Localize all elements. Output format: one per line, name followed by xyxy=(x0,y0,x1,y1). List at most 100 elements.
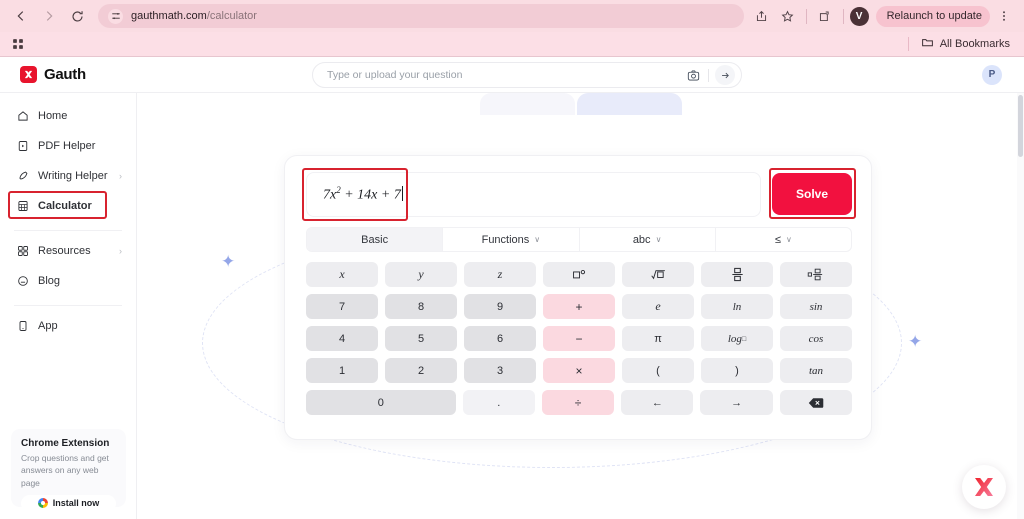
key-multiply[interactable]: × xyxy=(543,358,615,383)
key-1[interactable]: 1 xyxy=(306,358,378,383)
chevron-down-icon-inequality: ∨ xyxy=(785,235,792,244)
tab-functions[interactable]: Functions ∨ xyxy=(443,228,580,251)
key-plus[interactable]: + xyxy=(543,294,615,319)
keypad: x y z 7 8 9 + e ln sin 4 5 6 − π log □ c… xyxy=(306,262,853,422)
key-x[interactable]: x xyxy=(306,262,378,287)
sidebar-item-home[interactable]: Home xyxy=(10,101,126,131)
mixed-number-icon xyxy=(807,267,825,282)
all-bookmarks-button[interactable]: All Bookmarks xyxy=(907,36,1016,52)
search-input[interactable]: Type or upload your question xyxy=(327,69,684,81)
key-sqrt[interactable] xyxy=(622,262,694,287)
sidebar-item-writing-helper[interactable]: Writing Helper › xyxy=(10,161,126,191)
extension-title: Chrome Extension xyxy=(21,438,110,449)
reload-icon[interactable] xyxy=(64,3,90,29)
all-bookmarks-label: All Bookmarks xyxy=(939,38,1010,50)
key-backspace[interactable] xyxy=(779,390,853,415)
key-4[interactable]: 4 xyxy=(306,326,378,351)
key-left-paren[interactable]: ( xyxy=(622,358,694,383)
key-0[interactable]: 0 xyxy=(306,390,456,415)
keypad-row-2: 7 8 9 + e ln sin xyxy=(306,294,852,319)
calculator-card: 7x2 + 14x + 7 Solve Basic Functions ∨ ab… xyxy=(284,155,872,440)
square-root-icon xyxy=(650,268,667,281)
key-log[interactable]: log □ xyxy=(701,326,773,351)
key-sin[interactable]: sin xyxy=(780,294,852,319)
keypad-row-5: 0 . ÷ ← → xyxy=(306,390,853,415)
key-divide[interactable]: ÷ xyxy=(541,390,615,415)
tab-abc[interactable]: abc ∨ xyxy=(580,228,716,251)
tab-inequality-label: ≤ xyxy=(774,233,781,246)
text-caret xyxy=(401,185,403,201)
key-z[interactable]: z xyxy=(464,262,536,287)
brand-logo[interactable]: Gauth xyxy=(20,66,86,83)
key-decimal[interactable]: . xyxy=(462,390,535,415)
key-y[interactable]: y xyxy=(385,262,457,287)
sidebar-item-resources[interactable]: Resources › xyxy=(10,236,126,266)
sidebar-item-calculator[interactable]: Calculator xyxy=(10,191,126,221)
key-right-paren[interactable]: ) xyxy=(701,358,773,383)
sidebar-divider-2 xyxy=(14,305,122,306)
tab-functions-label: Functions xyxy=(481,233,530,246)
keypad-tabs: Basic Functions ∨ abc ∨ ≤ ∨ xyxy=(306,227,852,252)
tab-basic-label: Basic xyxy=(361,233,389,246)
forward-arrow-icon[interactable] xyxy=(36,3,62,29)
relaunch-label: Relaunch to update xyxy=(886,10,982,22)
key-arrow-right[interactable]: → xyxy=(700,390,773,415)
pdf-icon xyxy=(16,140,29,153)
scrollbar-thumb[interactable] xyxy=(1018,95,1023,157)
sidebar-item-blog[interactable]: Blog xyxy=(10,266,126,296)
key-tan[interactable]: tan xyxy=(780,358,852,383)
gauth-logo-icon xyxy=(975,478,993,496)
arrow-right-icon[interactable] xyxy=(715,65,735,85)
key-power[interactable] xyxy=(543,262,615,287)
share-icon[interactable] xyxy=(750,4,774,28)
key-arrow-left[interactable]: ← xyxy=(621,390,694,415)
relaunch-to-update-button[interactable]: Relaunch to update xyxy=(875,5,990,27)
key-fraction[interactable] xyxy=(701,262,773,287)
sidebar: Home PDF Helper Writing Helper › Calcula… xyxy=(0,93,137,519)
solve-button[interactable]: Solve xyxy=(772,173,852,215)
tab-inequality[interactable]: ≤ ∨ xyxy=(716,228,851,251)
apps-grid-icon[interactable] xyxy=(8,34,28,54)
key-6[interactable]: 6 xyxy=(464,326,536,351)
sidebar-item-pdf-helper[interactable]: PDF Helper xyxy=(10,131,126,161)
gauth-floating-button[interactable] xyxy=(962,465,1006,509)
url-text: gauthmath.com/calculator xyxy=(131,10,257,22)
extensions-icon[interactable] xyxy=(813,4,837,28)
grid-icon xyxy=(16,245,29,258)
key-5[interactable]: 5 xyxy=(385,326,457,351)
expression-input[interactable]: 7x2 + 14x + 7 xyxy=(306,172,761,217)
key-minus[interactable]: − xyxy=(543,326,615,351)
bookmarks-bar: All Bookmarks xyxy=(0,32,1024,56)
install-now-button[interactable]: Install now xyxy=(21,494,116,512)
user-avatar[interactable]: P xyxy=(982,64,1002,85)
kebab-menu-icon[interactable] xyxy=(992,4,1016,28)
back-arrow-icon[interactable] xyxy=(8,3,34,29)
sidebar-item-app[interactable]: App xyxy=(10,311,126,341)
sidebar-label-resources: Resources xyxy=(38,245,91,257)
tab-basic[interactable]: Basic xyxy=(307,228,444,251)
key-3[interactable]: 3 xyxy=(464,358,536,383)
home-icon xyxy=(16,110,29,123)
backspace-icon xyxy=(808,397,824,409)
blog-icon xyxy=(16,275,29,288)
browser-profile-avatar[interactable]: V xyxy=(849,6,869,26)
key-cos[interactable]: cos xyxy=(780,326,852,351)
star-icon[interactable] xyxy=(776,4,800,28)
key-pi[interactable]: π xyxy=(622,326,694,351)
key-7[interactable]: 7 xyxy=(306,294,378,319)
tab-abc-label: abc xyxy=(632,233,651,246)
key-2[interactable]: 2 xyxy=(385,358,457,383)
key-log-subscript: □ xyxy=(741,334,747,343)
tune-icon[interactable] xyxy=(108,8,123,24)
key-8[interactable]: 8 xyxy=(385,294,457,319)
key-e[interactable]: e xyxy=(622,294,694,319)
key-9[interactable]: 9 xyxy=(464,294,536,319)
camera-icon[interactable] xyxy=(684,66,702,84)
key-mixed-number[interactable] xyxy=(780,262,852,287)
install-now-label: Install now xyxy=(52,498,100,509)
global-search-bar[interactable]: Type or upload your question xyxy=(312,62,742,88)
scrollbar-track[interactable] xyxy=(1017,93,1024,519)
browser-toolbar: gauthmath.com/calculator V Relaunch to u… xyxy=(0,0,1024,32)
key-ln[interactable]: ln xyxy=(701,294,773,319)
address-bar[interactable]: gauthmath.com/calculator xyxy=(98,4,744,28)
